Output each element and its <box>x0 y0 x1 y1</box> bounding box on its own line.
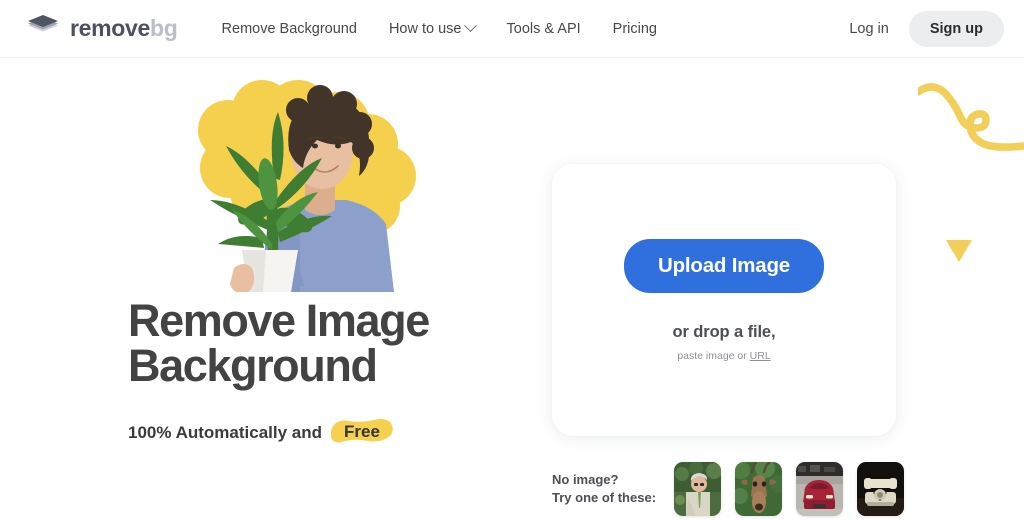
logo-text-primary: remove <box>70 15 151 41</box>
nav-item-label: Pricing <box>612 20 657 37</box>
headline-line-2: Background <box>128 340 378 391</box>
sample-thumb-red-car-image <box>796 462 843 516</box>
nav-item-label: Tools & API <box>506 20 581 37</box>
nav-item-label: How to use <box>388 20 462 37</box>
hero-subtitle-text: 100% Automatically and <box>128 422 322 442</box>
free-badge: Free <box>331 419 393 445</box>
logo-text: removebg <box>70 17 178 40</box>
sample-images-section: No image? Try one of these: <box>552 462 904 516</box>
upload-dropzone-card[interactable]: Upload Image or drop a file, paste image… <box>552 164 896 436</box>
triangle-decoration-icon <box>946 240 972 262</box>
sample-thumb-vintage-phone-image <box>857 462 904 516</box>
paste-hint-prefix: paste image or <box>677 349 750 362</box>
main-nav: Remove Background How to use Tools & API… <box>206 19 673 37</box>
paste-url-link[interactable]: URL <box>750 350 771 362</box>
sample-label-line-2: Try one of these: <box>552 490 657 505</box>
header-actions: Log in Sign up <box>835 0 1004 58</box>
nav-item-remove-background[interactable]: Remove Background <box>206 21 373 37</box>
nav-item-tools-api[interactable]: Tools & API <box>491 21 597 37</box>
sample-thumb-antelope-image <box>735 462 782 516</box>
chevron-down-icon <box>463 19 477 33</box>
nav-item-label: Remove Background <box>221 20 357 37</box>
sample-thumb-red-car[interactable] <box>796 462 843 516</box>
squiggle-decoration-icon <box>918 83 1024 151</box>
sample-thumb-antelope[interactable] <box>735 462 782 516</box>
signup-button[interactable]: Sign up <box>908 11 1004 47</box>
sample-thumb-vintage-phone[interactable] <box>857 462 904 516</box>
paste-hint: paste image or URL <box>677 350 770 362</box>
layers-diamond-icon <box>28 14 58 31</box>
hero-image <box>150 72 440 292</box>
upload-image-button[interactable]: Upload Image <box>623 238 824 293</box>
logo-text-secondary: bg <box>150 15 178 41</box>
logo[interactable]: removebg <box>26 14 178 44</box>
login-link[interactable]: Log in <box>835 21 903 37</box>
page-title: Remove Image Background <box>128 298 528 388</box>
sample-images-label: No image? Try one of these: <box>552 471 674 506</box>
sample-label-line-1: No image? <box>552 472 619 488</box>
headline-line-1: Remove Image <box>128 295 430 346</box>
sample-thumbnail-list <box>674 462 904 516</box>
sample-thumb-man-portrait[interactable] <box>674 462 721 516</box>
nav-item-pricing[interactable]: Pricing <box>597 21 673 37</box>
free-label: Free <box>344 422 380 441</box>
nav-item-how-to-use[interactable]: How to use <box>373 19 491 37</box>
man-holding-potted-plant-photo <box>198 80 416 292</box>
page-root: removebg Remove Background How to use To… <box>0 0 1024 521</box>
drop-file-text: or drop a file, <box>672 322 776 341</box>
sample-thumb-man-portrait-image <box>674 462 721 516</box>
hero-subtitle: 100% Automatically and Free <box>128 419 393 445</box>
site-header: removebg Remove Background How to use To… <box>0 0 1024 58</box>
hero-left-column: Remove Image Background 100% Automatical… <box>0 58 520 521</box>
